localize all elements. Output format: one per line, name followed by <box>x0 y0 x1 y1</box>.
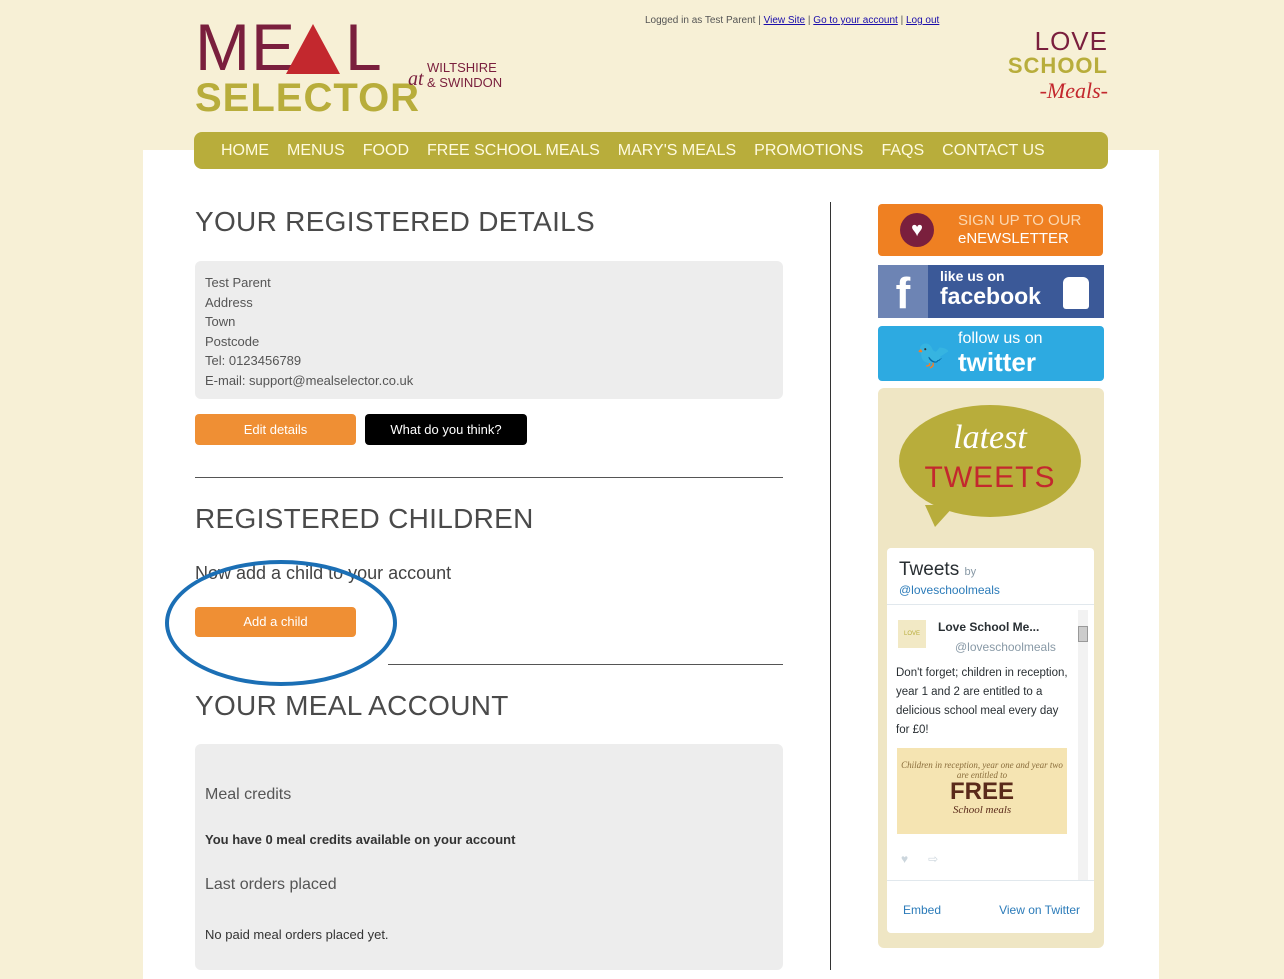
tweet-image-caption: Children in reception, year one and year… <box>901 760 1063 780</box>
bubble-tail <box>925 505 955 527</box>
tweet-text: Don't forget; children in reception, yea… <box>896 667 1068 736</box>
heart-icon: ♥ <box>900 213 934 247</box>
highlight-circle-annotation <box>165 560 397 686</box>
what-do-you-think-button[interactable]: What do you think? <box>365 414 527 445</box>
registered-children-heading: REGISTERED CHILDREN <box>195 503 534 534</box>
log-out-link[interactable]: Log out <box>906 15 939 26</box>
nav-item-contact-us[interactable]: CONTACT US <box>942 142 1045 160</box>
widget-scrollbar[interactable] <box>1078 610 1088 880</box>
logo-meal-text: ME <box>195 10 296 84</box>
newsletter-line1: SIGN UP TO OUR <box>958 212 1082 229</box>
meal-selector-logo[interactable]: ME L SELECTOR at WILTSHIRE & SWINDON <box>195 12 555 122</box>
link-separator: | <box>900 15 904 26</box>
tweet-actions: ♥ ⇨ <box>901 852 938 866</box>
section-divider <box>388 664 783 665</box>
newsletter-line2: eNEWSLETTER <box>958 230 1069 247</box>
heart-icon[interactable]: ♥ <box>901 852 908 866</box>
meal-credits-text: You have 0 meal credits available on you… <box>205 832 516 847</box>
thumbs-up-icon <box>1063 277 1089 309</box>
twitter-line2: twitter <box>958 347 1036 377</box>
widget-handle-link[interactable]: @loveschoolmeals <box>899 583 1000 597</box>
logo-l-text: L <box>345 10 382 84</box>
widget-divider <box>887 880 1094 881</box>
widget-by-text: by <box>964 566 977 578</box>
account-links: Logged in as Test Parent | View Site | G… <box>645 15 939 26</box>
facebook-line1: like us on <box>940 268 1005 284</box>
logo-region-line2: & SWINDON <box>427 75 503 90</box>
lsm-meals-text: -Meals- <box>1039 78 1108 103</box>
twitter-bird-icon: 🐦 <box>916 339 951 370</box>
link-separator: | <box>807 15 811 26</box>
nav-item-food[interactable]: FOOD <box>363 142 409 160</box>
go-to-account-link[interactable]: Go to your account <box>813 15 898 26</box>
tweet-image-school-meals: School meals <box>952 804 1012 816</box>
main-navigation: HOME MENUS FOOD FREE SCHOOL MEALS MARY'S… <box>194 132 1108 169</box>
embed-link[interactable]: Embed <box>903 903 941 917</box>
registered-details-box: Test Parent Address Town Postcode Tel: 0… <box>195 261 783 399</box>
view-site-link[interactable]: View Site <box>764 15 806 26</box>
widget-title: Tweets by <box>899 559 976 581</box>
share-icon[interactable]: ⇨ <box>928 852 938 866</box>
detail-address: Address <box>205 294 253 310</box>
widget-divider <box>887 604 1094 605</box>
twitter-timeline-widget: Tweets by @loveschoolmeals LOVE Love Sch… <box>887 548 1094 933</box>
lsm-school-text: SCHOOL <box>1007 53 1108 78</box>
detail-email: E-mail: support@mealselector.co.uk <box>205 372 414 388</box>
latest-tweets-bubble: latest TWEETS <box>899 405 1081 517</box>
tweet-image[interactable]: Children in reception, year one and year… <box>897 748 1067 834</box>
tweets-text: TWEETS <box>924 461 1056 494</box>
facebook-banner[interactable]: f like us on facebook <box>878 265 1104 318</box>
twitter-line1: follow us on <box>958 330 1043 347</box>
detail-name: Test Parent <box>205 275 271 290</box>
tweet-image-free: FREE <box>949 778 1014 805</box>
meal-credits-title: Meal credits <box>205 786 292 803</box>
section-divider <box>195 477 783 478</box>
facebook-f-icon: f <box>878 265 928 318</box>
nav-item-marys-meals[interactable]: MARY'S MEALS <box>618 142 736 160</box>
nav-item-home[interactable]: HOME <box>221 142 269 160</box>
widget-title-text: Tweets <box>899 559 960 580</box>
tweet-avatar[interactable]: LOVE <box>898 620 926 648</box>
logged-in-text: Logged in as Test Parent | <box>645 15 761 26</box>
latest-text: latest <box>953 419 1027 456</box>
edit-details-button[interactable]: Edit details <box>195 414 356 445</box>
last-orders-title: Last orders placed <box>205 876 337 893</box>
newsletter-signup-banner[interactable]: ♥ SIGN UP TO OUR eNEWSLETTER <box>878 204 1103 256</box>
logo-region: WILTSHIRE & SWINDON <box>427 60 502 90</box>
twitter-banner[interactable]: 🐦 follow us on twitter <box>878 326 1104 381</box>
detail-postcode: Postcode <box>205 333 260 349</box>
love-school-meals-logo[interactable]: LOVE SCHOOL -Meals- <box>990 28 1108 118</box>
column-divider <box>830 202 831 970</box>
detail-town: Town <box>205 314 236 329</box>
tweet-author-name[interactable]: Love School Me... <box>938 620 1039 634</box>
tweet-author-handle[interactable]: @loveschoolmeals <box>955 640 1056 654</box>
logo-at-text: at <box>408 68 424 90</box>
logo-region-line1: WILTSHIRE <box>427 60 497 75</box>
nav-item-promotions[interactable]: PROMOTIONS <box>754 142 863 160</box>
last-orders-text: No paid meal orders placed yet. <box>205 927 389 942</box>
logo-selector-text: SELECTOR <box>195 76 421 120</box>
registered-details-heading: YOUR REGISTERED DETAILS <box>195 206 596 237</box>
facebook-line2: facebook <box>940 283 1041 309</box>
widget-scrollbar-thumb[interactable] <box>1078 626 1088 642</box>
view-on-twitter-link[interactable]: View on Twitter <box>999 903 1080 917</box>
meal-account-heading: YOUR MEAL ACCOUNT <box>195 690 509 721</box>
nav-item-free-school-meals[interactable]: FREE SCHOOL MEALS <box>427 142 600 160</box>
detail-telephone: Tel: 0123456789 <box>205 353 302 368</box>
nav-item-faqs[interactable]: FAQS <box>881 142 924 160</box>
lsm-love-text: LOVE <box>1034 26 1108 56</box>
nav-item-menus[interactable]: MENUS <box>287 142 345 160</box>
meal-account-box: Meal credits You have 0 meal credits ava… <box>195 744 783 970</box>
logo-triangle-icon <box>286 24 340 74</box>
